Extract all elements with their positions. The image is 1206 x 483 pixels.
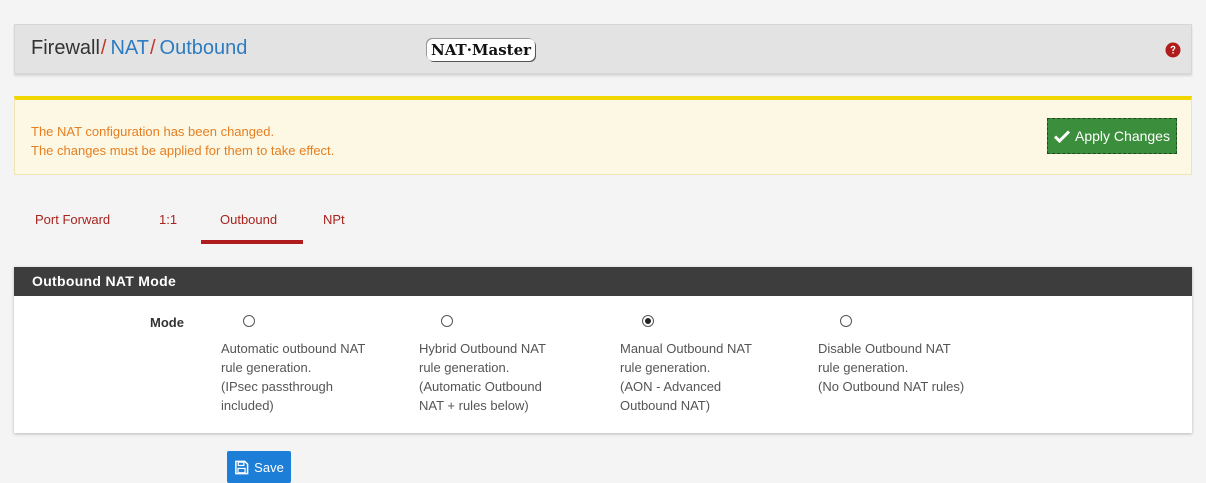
- mode-radio-hybrid[interactable]: [441, 315, 453, 327]
- tab-port-forward[interactable]: Port Forward: [35, 212, 110, 227]
- breadcrumb-separator: /: [149, 37, 156, 59]
- alert-message: The NAT configuration has been changed. …: [31, 122, 334, 160]
- question-circle-icon[interactable]: [1165, 42, 1181, 58]
- breadcrumb-nat-link[interactable]: NAT: [110, 37, 149, 59]
- mode-option-manual-text: Manual Outbound NAT rule generation. (AO…: [620, 341, 752, 413]
- alert-line-1: The NAT configuration has been changed.: [31, 124, 275, 139]
- config-changed-alert: The NAT configuration has been changed. …: [14, 96, 1192, 175]
- mode-option-automatic-text: Automatic outbound NAT rule generation. …: [221, 341, 366, 413]
- tab-one-to-one[interactable]: 1:1: [159, 212, 177, 227]
- mode-option-manual: Manual Outbound NAT rule generation. (AO…: [620, 315, 800, 415]
- active-tab-indicator: [201, 240, 303, 244]
- panel-title: Outbound NAT Mode: [14, 267, 1192, 296]
- nat-master-logo: NAT·Master: [427, 39, 536, 61]
- mode-radio-automatic[interactable]: [243, 315, 255, 327]
- floppy-disk-icon: [235, 460, 249, 474]
- alert-line-2: The changes must be applied for them to …: [31, 143, 335, 158]
- breadcrumb: Firewall/NAT/Outbound: [31, 37, 247, 60]
- mode-option-disable-text: Disable Outbound NAT rule generation. (N…: [818, 341, 965, 394]
- mode-label: Mode: [150, 315, 184, 330]
- breadcrumb-outbound-link[interactable]: Outbound: [160, 37, 248, 59]
- apply-changes-button[interactable]: Apply Changes: [1047, 118, 1177, 154]
- outbound-nat-mode-panel: Outbound NAT Mode Mode Automatic outboun…: [14, 267, 1192, 433]
- save-label: Save: [254, 459, 284, 475]
- mode-option-hybrid: Hybrid Outbound NAT rule generation. (Au…: [419, 315, 599, 415]
- mode-option-hybrid-text: Hybrid Outbound NAT rule generation. (Au…: [419, 341, 546, 413]
- mode-option-disable: Disable Outbound NAT rule generation. (N…: [818, 315, 998, 396]
- breadcrumb-separator: /: [100, 37, 107, 59]
- tab-outbound[interactable]: Outbound: [220, 212, 277, 227]
- breadcrumb-firewall: Firewall: [31, 37, 100, 59]
- tab-npt[interactable]: NPt: [323, 212, 345, 227]
- page-header: Firewall/NAT/Outbound NAT·Master: [14, 24, 1192, 74]
- check-icon: [1054, 130, 1071, 143]
- save-button[interactable]: Save: [227, 451, 291, 483]
- apply-changes-label: Apply Changes: [1075, 128, 1170, 144]
- mode-radio-disable[interactable]: [840, 315, 852, 327]
- mode-radio-manual[interactable]: [642, 315, 654, 327]
- mode-option-automatic: Automatic outbound NAT rule generation. …: [221, 315, 401, 415]
